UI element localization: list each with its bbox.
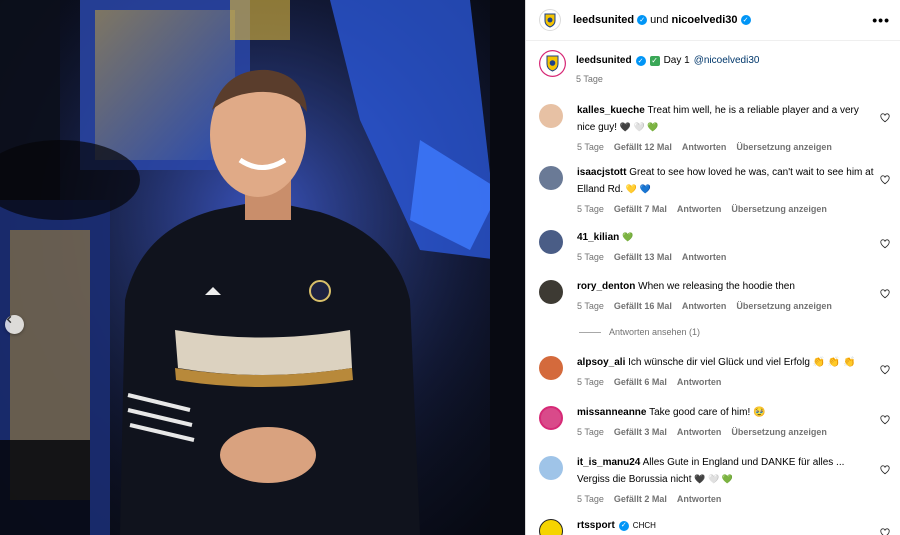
reply-button[interactable]: Antworten [677, 377, 722, 387]
avatar[interactable] [539, 50, 566, 77]
avatar[interactable] [539, 519, 563, 535]
translate-button[interactable]: Übersetzung anzeigen [736, 142, 832, 152]
heart-icon[interactable] [880, 113, 890, 123]
comment-timestamp[interactable]: 5 Tage [577, 377, 604, 387]
comment-username[interactable]: alpsoy_ali [577, 357, 625, 368]
avatar[interactable] [539, 230, 563, 254]
heart-icon[interactable] [880, 465, 890, 475]
comment-item: it_is_manu24 Alles Gute in England und D… [539, 455, 892, 504]
comment-likes[interactable]: Gefällt 16 Mal [614, 301, 672, 311]
avatar[interactable] [539, 406, 563, 430]
chevron-left-icon [6, 315, 12, 324]
translate-button[interactable]: Übersetzung anzeigen [736, 301, 832, 311]
post-photo[interactable] [0, 0, 525, 535]
post-details-panel: leedsunited ✓ und nicoelvedi30 ✓ ••• lee… [525, 0, 900, 535]
heart-icon[interactable] [880, 365, 890, 375]
photo-illustration [0, 0, 525, 535]
comment-likes[interactable]: Gefällt 6 Mal [614, 377, 667, 387]
heart-icon[interactable] [880, 289, 890, 299]
reply-button[interactable]: Antworten [677, 494, 722, 504]
verified-badge-icon: ✓ [635, 55, 646, 66]
caption-username[interactable]: leedsunited [576, 55, 632, 66]
comment-timestamp[interactable]: 5 Tage [577, 204, 604, 214]
previous-image-button[interactable] [5, 315, 24, 334]
leeds-crest-icon [544, 13, 556, 28]
reply-button[interactable]: Antworten [682, 142, 727, 152]
comment-username[interactable]: rtssport [577, 518, 615, 534]
comment-likes[interactable]: Gefällt 13 Mal [614, 252, 672, 262]
heart-icon[interactable] [880, 239, 890, 249]
comment-item: alpsoy_ali Ich wünsche dir viel Glück un… [539, 355, 892, 387]
comment-item: rtssport ✓ CHCH [539, 518, 892, 535]
avatar[interactable] [539, 356, 563, 380]
comment-username[interactable]: it_is_manu24 [577, 457, 640, 468]
comment-text: alpsoy_ali Ich wünsche dir viel Glück un… [577, 357, 856, 368]
avatar[interactable] [539, 166, 563, 190]
comment-likes[interactable]: Gefällt 7 Mal [614, 204, 667, 214]
comment-username[interactable]: rory_denton [577, 281, 635, 292]
avatar[interactable] [539, 104, 563, 128]
comment-username[interactable]: missanneanne [577, 407, 646, 418]
heart-icon[interactable] [880, 528, 890, 535]
comment-timestamp[interactable]: 5 Tage [577, 142, 604, 152]
caption-timestamp[interactable]: 5 Tage [576, 74, 603, 84]
check-mark-icon: ✓ [649, 55, 660, 66]
verified-badge-icon: ✓ [618, 521, 629, 531]
comment-text: missanneanne Take good care of him! 🥹 [577, 407, 766, 418]
verified-badge-icon: ✓ [740, 15, 751, 25]
caption-mention[interactable]: @nicoelvedi30 [694, 55, 760, 66]
post-caption: leedsunited ✓ ✓ Day 1 @nicoelvedi30 5 Ta… [526, 41, 900, 99]
comment-text: rtssport ✓ CHCH [577, 518, 877, 534]
comment-username[interactable]: isaacjstott [577, 167, 626, 178]
reply-button[interactable]: Antworten [682, 252, 727, 262]
comment-likes[interactable]: Gefällt 2 Mal [614, 494, 667, 504]
author-connector: und [650, 14, 669, 26]
caption-text: Day 1 [663, 55, 690, 66]
comment-item: isaacjstott Great to see how loved he wa… [539, 165, 892, 214]
comment-timestamp[interactable]: 5 Tage [577, 494, 604, 504]
comment-item: missanneanne Take good care of him! 🥹 5 … [539, 405, 892, 437]
reply-button[interactable]: Antworten [682, 301, 727, 311]
comment-item: 41_kilian 💚 5 Tage Gefällt 13 Mal Antwor… [539, 229, 892, 262]
reply-button[interactable]: Antworten [677, 204, 722, 214]
avatar[interactable] [539, 280, 563, 304]
comment-timestamp[interactable]: 5 Tage [577, 301, 604, 311]
comment-item: kalles_kueche Treat him well, he is a re… [539, 103, 892, 152]
translate-button[interactable]: Übersetzung anzeigen [731, 427, 827, 437]
avatar[interactable] [539, 456, 563, 480]
comment-likes[interactable]: Gefällt 3 Mal [614, 427, 667, 437]
heart-icon[interactable] [880, 415, 890, 425]
verified-badge-icon: ✓ [637, 15, 648, 25]
view-replies-button[interactable]: Antworten ansehen (1) [579, 327, 700, 337]
comment-text: 41_kilian 💚 [577, 232, 634, 243]
translate-button[interactable]: Übersetzung anzeigen [731, 204, 827, 214]
comment-username[interactable]: 41_kilian [577, 232, 619, 243]
comment-username[interactable]: kalles_kueche [577, 105, 645, 116]
heart-icon[interactable] [880, 175, 890, 185]
comment-text: it_is_manu24 Alles Gute in England und D… [577, 457, 845, 485]
comment-text: isaacjstott Great to see how loved he wa… [577, 167, 874, 195]
comment-item: rory_denton When we releasing the hoodie… [539, 279, 892, 311]
author-link[interactable]: leedsunited [573, 14, 634, 26]
divider [579, 331, 601, 333]
post-authors: leedsunited ✓ und nicoelvedi30 ✓ [573, 14, 872, 26]
comment-text: kalles_kueche Treat him well, he is a re… [577, 105, 859, 133]
post-header: leedsunited ✓ und nicoelvedi30 ✓ ••• [526, 0, 900, 41]
comment-timestamp[interactable]: 5 Tage [577, 427, 604, 437]
more-options-button[interactable]: ••• [872, 12, 890, 28]
comment-likes[interactable]: Gefällt 12 Mal [614, 142, 672, 152]
comment-timestamp[interactable]: 5 Tage [577, 252, 604, 262]
avatar[interactable] [539, 9, 561, 31]
reply-button[interactable]: Antworten [677, 427, 722, 437]
coauthor-link[interactable]: nicoelvedi30 [671, 14, 737, 26]
comment-text: rory_denton When we releasing the hoodie… [577, 281, 795, 292]
